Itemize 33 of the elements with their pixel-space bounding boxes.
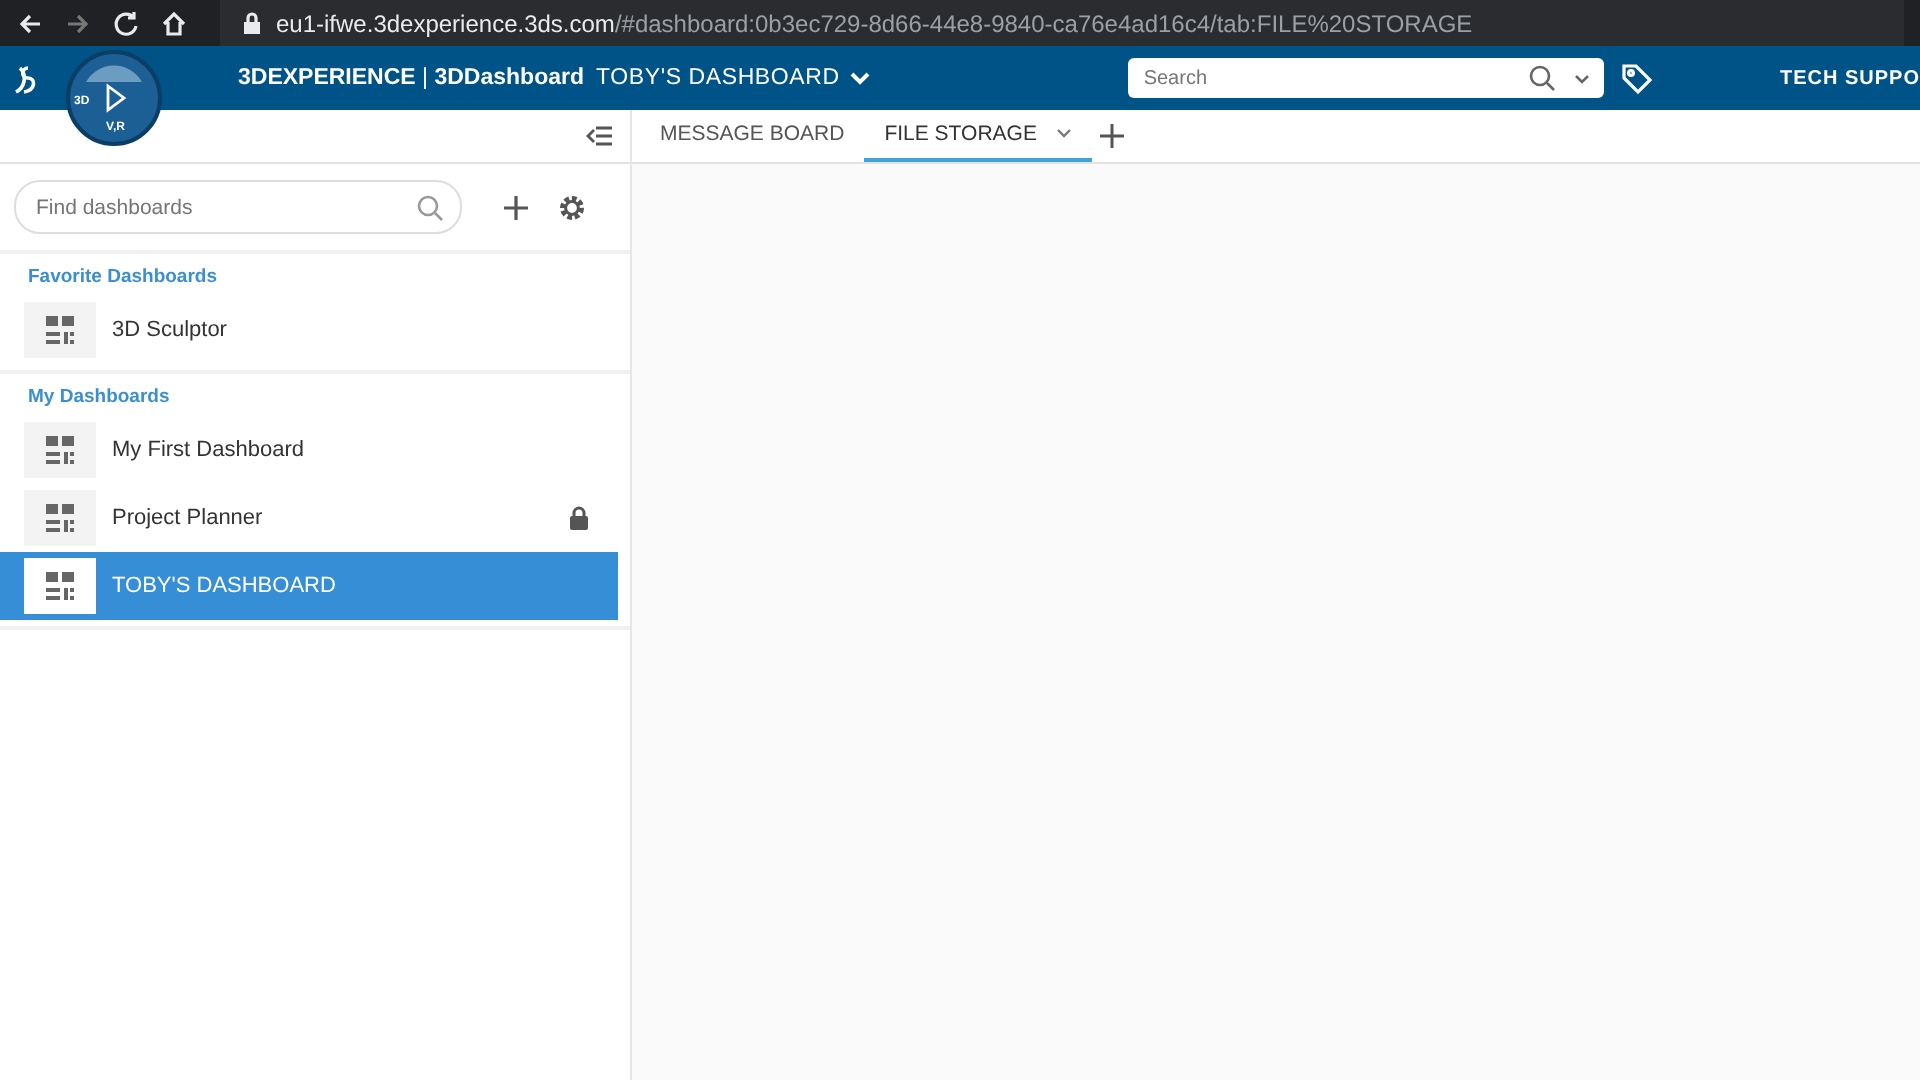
lock-icon [240,10,264,36]
tag-icon[interactable] [1619,61,1654,95]
dashboard-icon [42,568,78,604]
add-tab-icon[interactable] [1100,124,1125,148]
search-icon[interactable] [1527,64,1556,92]
tab[interactable]: FILE STORAGE [864,110,1093,162]
dashboard-item[interactable]: Project Planner [0,484,618,552]
user-name[interactable]: TECH SUPPO [1779,67,1920,89]
dashboard-item[interactable]: My First Dashboard [0,416,618,484]
forward-icon[interactable] [64,9,92,37]
dashboard-icon [42,432,78,468]
search-field[interactable]: Find dashboards [14,180,462,234]
dashboard-item[interactable]: 3D Sculptor [0,296,618,364]
back-icon[interactable] [16,9,44,37]
chevron-down-icon [847,68,872,88]
settings-icon[interactable] [558,193,586,221]
dashboard-icon [42,312,78,348]
reload-icon[interactable] [112,9,140,37]
home-icon[interactable] [160,9,188,37]
address-bar[interactable]: eu1-ifwe.3dexperience.3ds.com/#dashboard:0b3ec729-8d66-44e8-9840-ca76e4ad16c4/tab:FILE%20STORAGE [220,0,1904,46]
chevron-down-icon[interactable] [1571,71,1592,85]
search-field[interactable]: Search [1127,58,1604,98]
search-icon[interactable] [416,193,444,221]
add-icon[interactable] [502,193,530,221]
section-title: My Dashboards [26,384,172,412]
url-text: eu1-ifwe.3dexperience.3ds.com/#dashboard:0b3ec729-8d66-44e8-9840-ca76e4ad16c4/tab:FILE%20STORAGE [276,9,1473,37]
dashboard-title[interactable]: TOBY'S DASHBOARD [596,66,872,90]
app-name: 3DEXPERIENCE | 3DDashboard [238,66,585,90]
dashboard-icon [42,500,78,536]
collapse-sidebar-icon[interactable] [586,122,614,150]
tab[interactable]: MESSAGE BOARD [640,110,865,162]
section-title: Favorite Dashboards [26,264,219,292]
chevron-down-icon [1056,128,1073,140]
